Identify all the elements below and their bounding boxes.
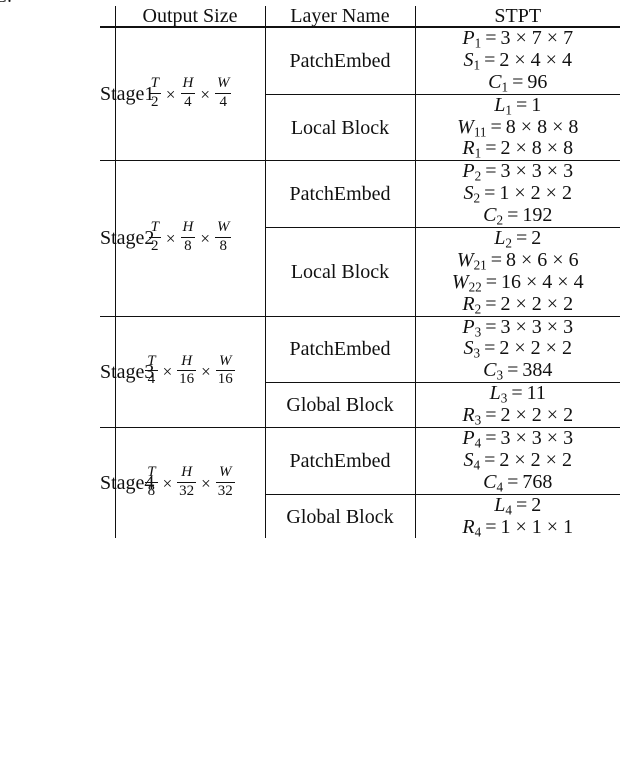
table-row: Stage4 T 8 × H 32 × W 32 PatchEmbed P4 = 3 × 3 × 3 — [100, 427, 620, 539]
stpt-value: L2 = 2 — [414, 227, 620, 250]
caption-fragment: C. — [0, 0, 12, 6]
layer-name-cell: PatchEmbed — [264, 427, 415, 495]
table-row: Stage1 T 2 × H 4 × W 4 PatchEmbed P1 = 3 × 7 × 7 — [100, 25, 620, 161]
stage-label: Stage3 — [100, 315, 154, 428]
stpt-value: R1 = 2 × 8 × 8 — [414, 138, 620, 161]
layer-name-cell: Local Block — [264, 93, 415, 161]
stpt-value: P1 = 3 × 7 × 7 — [414, 26, 620, 50]
stpt-value: L4 = 2 — [414, 493, 620, 517]
table-row: Stage3 T 4 × H 16 × W 16 PatchEmbed P3 = 3 × 3 × 3 — [100, 315, 620, 428]
stpt-value: S2 = 1 × 2 × 2 — [414, 183, 620, 206]
stpt-value: C4 = 768 — [414, 472, 620, 495]
stage-label: Stage1 — [100, 26, 154, 161]
stpt-value: S4 = 2 × 2 × 2 — [414, 449, 620, 472]
stpt-value: R2 = 2 × 2 × 2 — [414, 294, 620, 317]
stpt-value: L1 = 1 — [414, 93, 620, 117]
table-header-row: Output Size Layer Name STPT — [100, 6, 620, 27]
layer-name-cell: PatchEmbed — [264, 315, 415, 383]
stpt-value: W11 = 8 × 8 × 8 — [414, 116, 620, 139]
table-row: Stage2 T 2 × H 8 × W 8 PatchEmbed P2 = 3 × 3 × 3 — [100, 160, 620, 317]
header-stpt: STPT — [414, 6, 620, 27]
stpt-value: P3 = 3 × 3 × 3 — [414, 315, 620, 339]
table-body: Output Size Layer Name STPT Stage1 T 2 × H 4 × W 4 P… — [100, 6, 620, 539]
layer-name-cell: Local Block — [264, 227, 415, 317]
stpt-value: R3 = 2 × 2 × 2 — [414, 405, 620, 428]
stpt-value: P4 = 3 × 3 × 3 — [414, 427, 620, 450]
stage-label: Stage2 — [100, 160, 154, 317]
stpt-value: C3 = 384 — [414, 360, 620, 383]
stpt-value: P2 = 3 × 3 × 3 — [414, 160, 620, 184]
architecture-table: Output Size Layer Name STPT Stage1 T 2 × H 4 × W 4 P… — [100, 6, 620, 539]
layer-name-cell: Global Block — [264, 493, 415, 539]
layer-name-cell: PatchEmbed — [264, 160, 415, 228]
stpt-value: S3 = 2 × 2 × 2 — [414, 338, 620, 361]
stpt-value: W21 = 8 × 6 × 6 — [414, 249, 620, 272]
stpt-value: C1 = 96 — [414, 72, 620, 95]
stpt-value: L3 = 11 — [414, 382, 620, 406]
page-root: C. Output SizeLayer NameSTPTStage1T2×H4×… — [0, 0, 620, 760]
header-output-size: Output Size — [114, 6, 265, 27]
layer-name-cell: Global Block — [264, 382, 415, 428]
stpt-value: R4 = 1 × 1 × 1 — [414, 516, 620, 539]
header-stage — [100, 6, 115, 27]
stage-label: Stage4 — [100, 427, 154, 539]
layer-name-cell: PatchEmbed — [264, 25, 415, 95]
header-layer-name: Layer Name — [264, 6, 415, 27]
stpt-value: S1 = 2 × 4 × 4 — [414, 49, 620, 72]
stpt-value: W22 = 16 × 4 × 4 — [414, 271, 620, 294]
stpt-value: C2 = 192 — [414, 205, 620, 228]
